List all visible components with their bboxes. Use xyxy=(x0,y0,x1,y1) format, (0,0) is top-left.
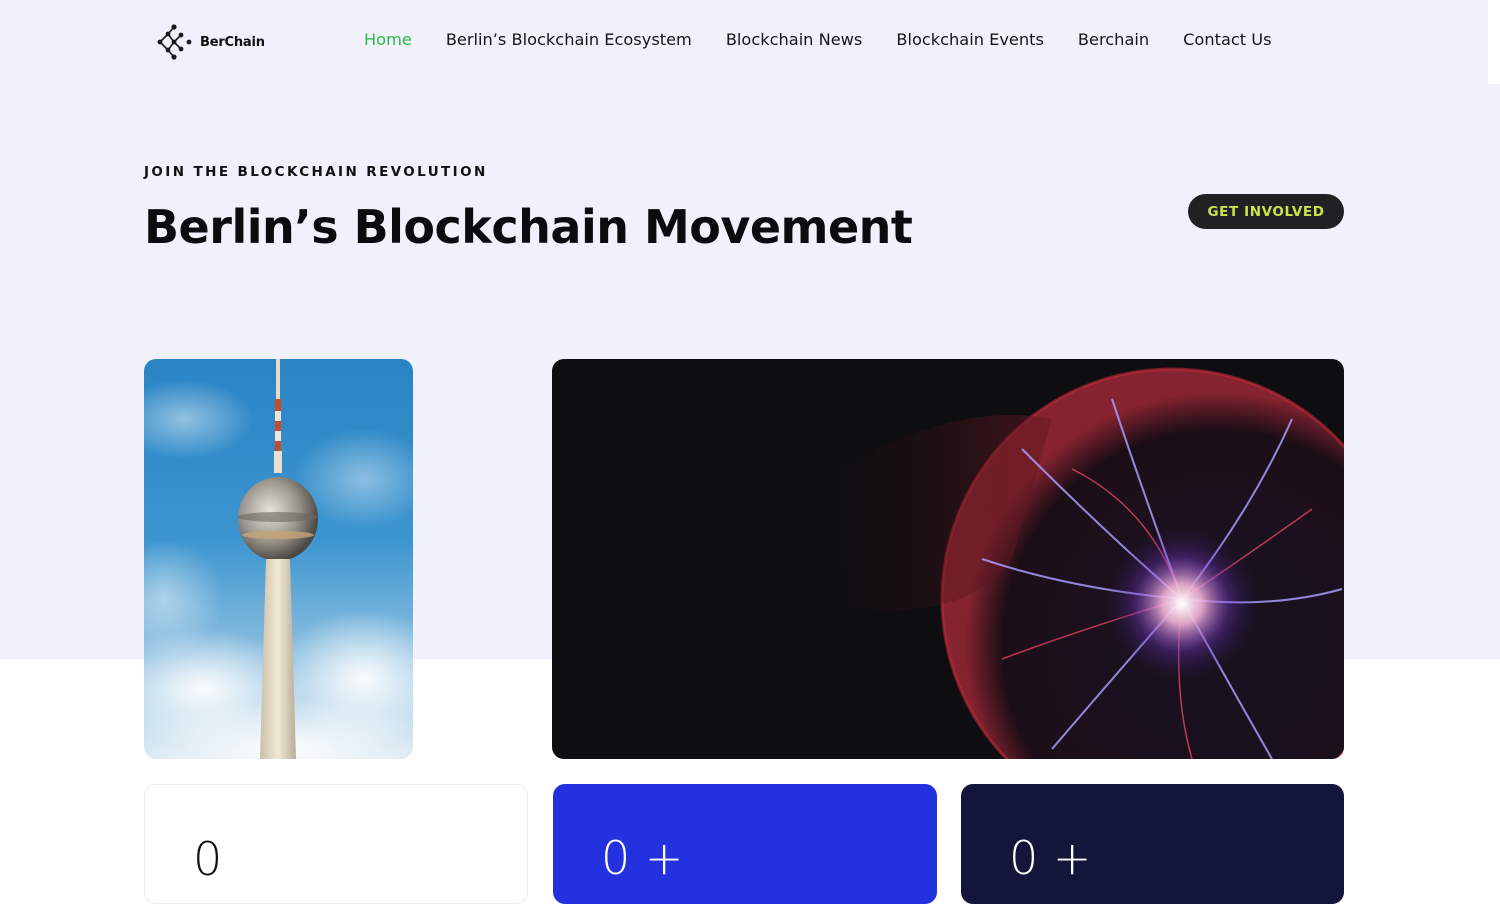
stat-value: 0 xyxy=(193,832,223,886)
stat-card: 0 xyxy=(144,784,528,904)
main-navigation: Home Berlin’s Blockchain Ecosystem Block… xyxy=(364,30,1272,49)
nav-item-home[interactable]: Home xyxy=(364,30,412,49)
nav-item-ecosystem[interactable]: Berlin’s Blockchain Ecosystem xyxy=(446,30,692,49)
stat-value: 0 + xyxy=(1009,831,1092,885)
brand-name: BerChain xyxy=(200,34,265,50)
stat-value: 0 + xyxy=(601,831,684,885)
nav-item-berchain[interactable]: Berchain xyxy=(1078,30,1149,49)
stat-card: 0 + xyxy=(961,784,1344,904)
stat-card: 0 + xyxy=(553,784,937,904)
hero-title: Berlin’s Blockchain Movement xyxy=(144,200,913,254)
brand-logo[interactable]: BerChain xyxy=(154,24,265,60)
nav-item-contact[interactable]: Contact Us xyxy=(1183,30,1271,49)
berlin-tv-tower-image xyxy=(144,359,413,759)
nav-item-events[interactable]: Blockchain Events xyxy=(896,30,1044,49)
site-header: BerChain Home Berlin’s Blockchain Ecosys… xyxy=(0,0,1500,84)
molecule-logo-icon xyxy=(157,24,192,60)
hero-eyebrow: JOIN THE BLOCKCHAIN REVOLUTION xyxy=(144,164,488,180)
nav-item-news[interactable]: Blockchain News xyxy=(726,30,863,49)
get-involved-button[interactable]: GET INVOLVED xyxy=(1188,194,1344,229)
plasma-ball-image xyxy=(552,359,1344,759)
